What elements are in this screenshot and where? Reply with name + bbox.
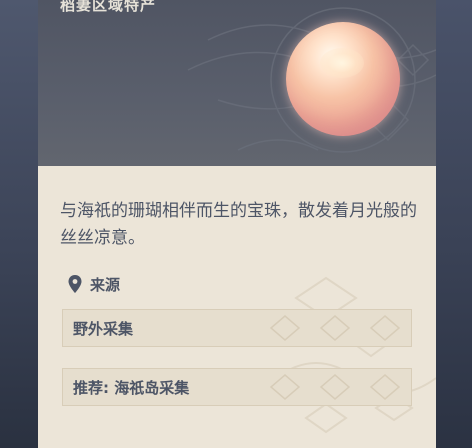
region-specialty-label: 稻妻区域特产 [60, 0, 157, 14]
location-pin-icon [68, 275, 82, 293]
background-right [436, 0, 472, 448]
source-entry-recommended[interactable]: 推荐: 海祇岛采集 [62, 368, 412, 406]
row-ornament-pattern [269, 315, 401, 341]
item-info-panel: 与海祇的珊瑚相伴而生的宝珠，散发着月光般的丝丝凉意。 来源 野外采集 推荐: 海… [38, 166, 436, 448]
source-title: 来源 [90, 275, 121, 294]
item-detail-card: 稻妻区域特产 与海祇的珊瑚相伴而生的宝珠，散发着月光般的丝丝凉意。 来源 野外采… [38, 0, 436, 448]
source-entry-label: 野外采集 [73, 320, 134, 338]
body-ornament-pattern [275, 276, 436, 434]
pearl-icon [286, 22, 400, 136]
source-section-header: 来源 [68, 274, 120, 294]
screen: 稻妻区域特产 与海祇的珊瑚相伴而生的宝珠，散发着月光般的丝丝凉意。 来源 野外采… [0, 0, 472, 448]
pearl-highlight [320, 48, 364, 78]
source-entry-label: 推荐: 海祇岛采集 [73, 379, 190, 397]
item-description: 与海祇的珊瑚相伴而生的宝珠，散发着月光般的丝丝凉意。 [60, 201, 417, 248]
item-header: 稻妻区域特产 [38, 0, 436, 166]
background-left [0, 0, 38, 448]
source-entry-field-gathering[interactable]: 野外采集 [62, 309, 412, 347]
row-ornament-pattern [269, 374, 401, 400]
